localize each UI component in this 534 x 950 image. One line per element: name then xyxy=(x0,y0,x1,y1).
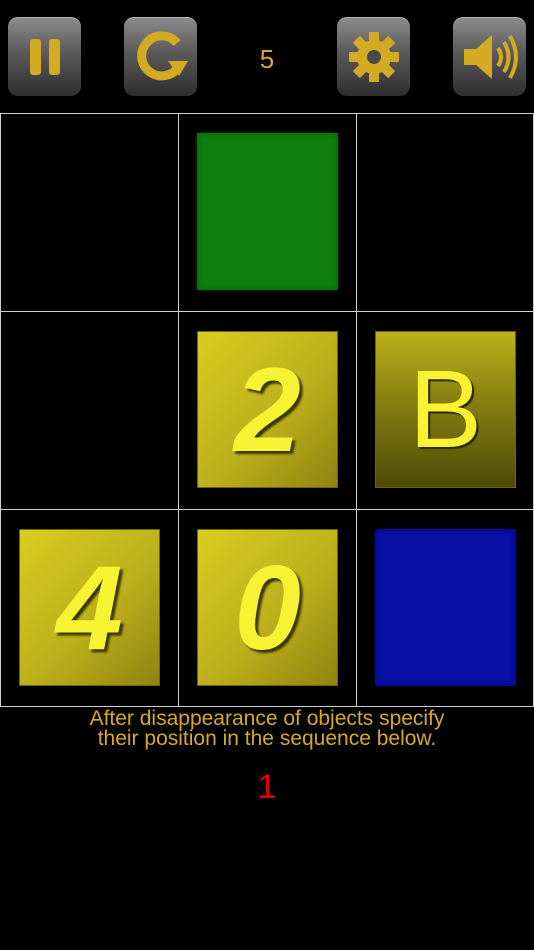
number-tile-2: 2 xyxy=(197,331,338,488)
answer-sequence: 1 xyxy=(257,768,277,806)
grid-cell-5[interactable]: 2 xyxy=(178,311,357,510)
pause-button[interactable] xyxy=(8,17,81,96)
green-square xyxy=(197,133,338,290)
top-toolbar: 5 xyxy=(0,0,534,113)
instruction-line-2: their position in the sequence below. xyxy=(97,727,437,750)
settings-button[interactable] xyxy=(337,17,410,96)
number-tile-0: 0 xyxy=(197,529,338,686)
tile-label: B xyxy=(408,347,483,471)
pause-icon xyxy=(29,38,60,75)
tile-label: 4 xyxy=(56,540,123,675)
restart-icon xyxy=(136,30,188,80)
speaker-icon xyxy=(463,34,518,79)
blue-square xyxy=(375,529,516,686)
instruction-text: After disappearance of objects specify t… xyxy=(0,707,534,750)
grid-cell-7[interactable]: 4 xyxy=(0,509,179,707)
grid-cell-9[interactable] xyxy=(356,509,534,707)
grid-cell-6[interactable]: B xyxy=(356,311,534,510)
gear-icon xyxy=(348,31,399,82)
grid-cell-4[interactable] xyxy=(0,311,179,510)
number-tile-4: 4 xyxy=(19,529,160,686)
grid-cell-2[interactable] xyxy=(178,113,357,312)
tile-label: 0 xyxy=(234,540,301,675)
level-number: 5 xyxy=(259,44,275,74)
grid-cell-1[interactable] xyxy=(0,113,179,312)
tile-label: 2 xyxy=(234,342,301,477)
grid-cell-3[interactable] xyxy=(356,113,534,312)
game-grid: 2 B 4 0 xyxy=(0,113,534,707)
restart-button[interactable] xyxy=(124,17,197,96)
instruction-line-1: After disappearance of objects specify xyxy=(89,707,445,730)
sound-button[interactable] xyxy=(453,17,526,96)
grid-cell-8[interactable]: 0 xyxy=(178,509,357,707)
letter-tile-b: B xyxy=(375,331,516,488)
